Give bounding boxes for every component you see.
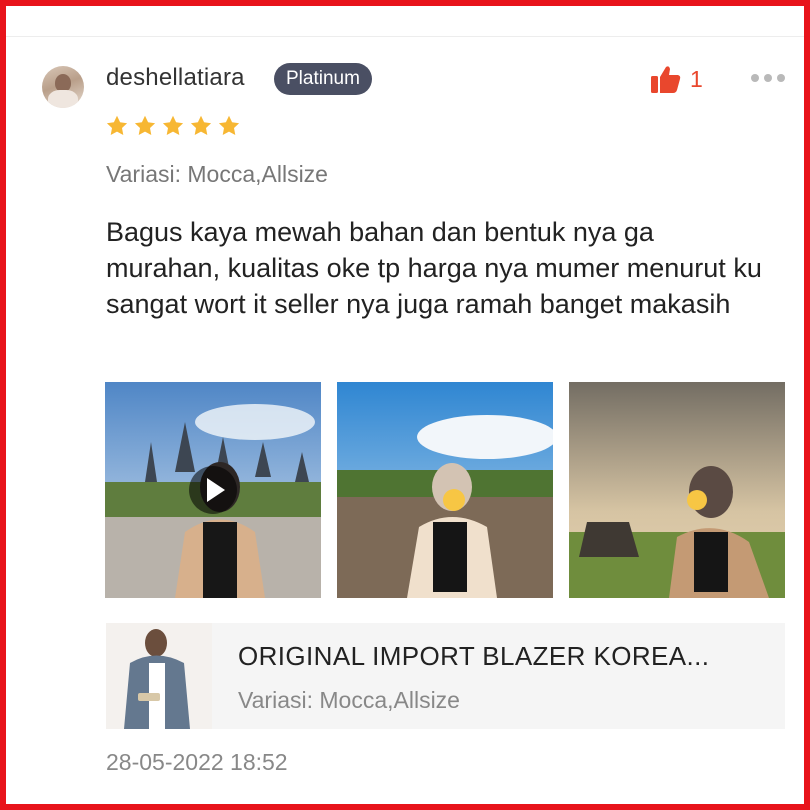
star-icon: [134, 115, 156, 135]
like-count: 1: [690, 65, 703, 92]
product-variation: Variasi: Mocca,Allsize: [238, 687, 460, 713]
more-dots-icon[interactable]: [751, 74, 785, 82]
review-photo[interactable]: [337, 382, 553, 598]
username[interactable]: deshellatiara: [106, 64, 245, 92]
review-photo[interactable]: [569, 382, 785, 598]
review-text: Bagus kaya mewah bahan dan bentuk nya ga…: [106, 217, 762, 319]
star-icon: [162, 115, 184, 135]
star-icon: [218, 115, 240, 135]
play-icon: [189, 466, 237, 514]
review-video-thumbnail[interactable]: [105, 382, 321, 598]
star-icon: [190, 115, 212, 135]
membership-badge: Platinum: [274, 63, 372, 95]
product-thumbnail[interactable]: [106, 623, 212, 729]
review-card: deshellatiara Platinum 1 Variasi: Mocca,…: [0, 0, 810, 810]
like-button[interactable]: 1: [650, 64, 703, 94]
star-rating: [105, 114, 241, 138]
product-card[interactable]: ORIGINAL IMPORT BLAZER KOREA... Variasi:…: [106, 623, 785, 729]
product-title[interactable]: ORIGINAL IMPORT BLAZER KOREA...: [238, 641, 768, 672]
review-timestamp: 28-05-2022 18:52: [106, 749, 288, 775]
divider: [6, 36, 804, 37]
star-icon: [106, 115, 128, 135]
avatar[interactable]: [42, 66, 84, 108]
variation-text: Variasi: Mocca,Allsize: [106, 161, 328, 187]
thumbs-up-icon: [651, 66, 681, 93]
